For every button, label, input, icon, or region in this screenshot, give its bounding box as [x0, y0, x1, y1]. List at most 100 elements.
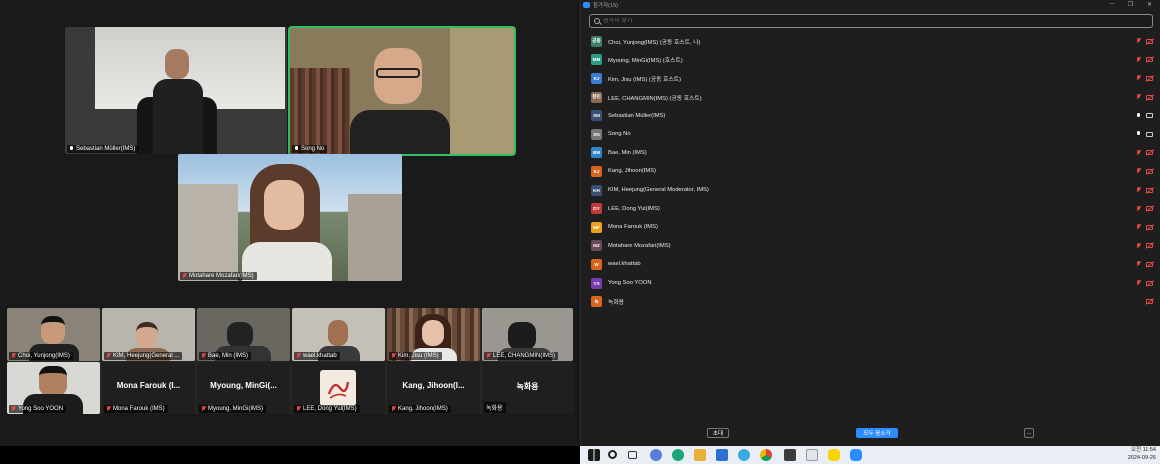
- avatar: MZ: [591, 240, 602, 252]
- video-tile[interactable]: Choi, Yunjong(IMS): [7, 308, 100, 361]
- building: [348, 194, 402, 281]
- participant-row[interactable]: KJ Kang, Jihoon(IMS): [581, 162, 1160, 181]
- video-tile[interactable]: KIM, Heejung(General ...: [102, 308, 195, 361]
- participant-head: [39, 366, 67, 396]
- chrome-icon[interactable]: [760, 449, 772, 461]
- microphone-muted-icon: [11, 406, 16, 412]
- participant-name: Choi, Yunjong(IMS) (공동 호스트, 나): [608, 39, 701, 46]
- photos-icon[interactable]: [738, 449, 750, 461]
- participant-row[interactable]: Wwael.khattab: [581, 255, 1160, 274]
- participant-search-input[interactable]: [603, 18, 1103, 24]
- clock-date: 2024-09-26: [1127, 454, 1156, 461]
- display-name: Myoung, MinGi(...: [210, 380, 277, 390]
- microphone-muted-icon[interactable]: [1136, 224, 1141, 230]
- participant-row[interactable]: BM Bae, Min (IMS): [581, 144, 1160, 163]
- video-tile[interactable]: Bae, Min (IMS): [197, 308, 290, 361]
- restore-icon[interactable]: ❐: [1128, 1, 1133, 8]
- file-explorer-icon[interactable]: [694, 449, 706, 461]
- participant-status-icons: [1136, 149, 1153, 156]
- microphone-icon: [294, 146, 299, 152]
- participant-row[interactable]: MZ Motahare Mozafari(IMS): [581, 237, 1160, 256]
- participant-status-icons: [1136, 112, 1153, 119]
- participant-row[interactable]: MF Mona Farouk (IMS): [581, 218, 1160, 237]
- avatar-tile[interactable]: LEE, Dong Yul(IMS): [292, 362, 385, 414]
- window-controls: – ❐ ✕: [1110, 1, 1152, 8]
- video-tile[interactable]: Motahare Mozafari(IMS): [178, 154, 402, 281]
- participant-row[interactable]: 창민 LEE, CHANGMIN(IMS) (공동 호스트): [581, 88, 1160, 107]
- participant-status-icons: [1136, 94, 1153, 100]
- avatar-tile[interactable]: Mona Farouk (I... Mona Farouk (IMS): [102, 362, 195, 414]
- participant-row[interactable]: 공동 Choi, Yunjong(IMS) (공동 호스트, 나): [581, 32, 1160, 51]
- participant-head: [227, 322, 253, 348]
- avatar: KJ: [591, 72, 602, 84]
- microphone-muted-icon[interactable]: [1136, 75, 1141, 81]
- notes-icon[interactable]: [784, 449, 796, 461]
- profile-picture: [320, 370, 356, 406]
- microphone-muted-icon[interactable]: [1136, 261, 1141, 267]
- camera-off-icon: [1146, 38, 1153, 44]
- snipping-tool-icon[interactable]: [806, 449, 818, 461]
- microphone-muted-icon[interactable]: [1136, 242, 1141, 249]
- participant-body: [153, 79, 203, 154]
- participant-row[interactable]: YS Yong Soo YOON: [581, 274, 1160, 293]
- camera-off-icon: [1146, 224, 1153, 230]
- video-tile[interactable]: wael.khattab: [292, 308, 385, 361]
- participant-row[interactable]: KJ Kim, Jisu (IMS) (공동 호스트): [581, 69, 1160, 88]
- participant-row[interactable]: SN Song No: [581, 125, 1160, 144]
- mute-all-button[interactable]: 모두 음소거: [856, 428, 898, 438]
- video-tile[interactable]: Yong Soo YOON: [7, 362, 100, 414]
- browser-icon[interactable]: [650, 449, 662, 461]
- participant-name: Kang, Jihoon(IMS): [608, 168, 657, 175]
- participant-row[interactable]: KH KIM, Heejung(General Moderator, IMS): [581, 181, 1160, 200]
- system-clock[interactable]: 오전 11:54 2024-09-26: [1128, 447, 1156, 462]
- participant-status-icons: [1136, 205, 1153, 212]
- search-icon[interactable]: [608, 450, 617, 459]
- video-tile[interactable]: Kim, Jisu (IMS): [387, 308, 480, 361]
- avatar: MM: [591, 54, 602, 66]
- participant-head: [422, 320, 444, 346]
- search-box[interactable]: [589, 14, 1153, 28]
- minimize-icon[interactable]: –: [1110, 1, 1113, 8]
- video-tile[interactable]: LEE, CHANGMIN(IMS): [482, 308, 573, 361]
- microphone-muted-icon[interactable]: [1136, 38, 1141, 44]
- name-tag: Kim, Jisu (IMS): [389, 352, 442, 360]
- microphone-icon[interactable]: [1136, 131, 1141, 137]
- microphone-muted-icon[interactable]: [1136, 280, 1141, 286]
- avatar: 공동: [591, 35, 602, 47]
- microphone-muted-icon[interactable]: [1136, 94, 1141, 100]
- participant-name: LEE, CHANGMIN(IMS) (공동 호스트): [608, 95, 702, 102]
- microphone-muted-icon[interactable]: [1136, 56, 1141, 63]
- participant-row[interactable]: MM Myoung, MinGi(IMS) (호스트): [581, 51, 1160, 70]
- start-icon[interactable]: [588, 449, 600, 461]
- name-tag: KIM, Heejung(General ...: [104, 352, 183, 360]
- edge-icon[interactable]: [672, 449, 684, 461]
- participant-status-icons: [1136, 187, 1153, 193]
- microphone-muted-icon[interactable]: [1136, 187, 1141, 193]
- more-options-button[interactable]: ...: [1024, 428, 1034, 438]
- microphone-icon[interactable]: [1136, 112, 1141, 119]
- video-tile[interactable]: Sebastian Müller(IMS): [65, 27, 287, 154]
- avatar: W: [591, 258, 602, 270]
- zoom-app-icon[interactable]: [850, 449, 862, 461]
- invite-button[interactable]: 초대: [707, 428, 729, 438]
- close-icon[interactable]: ✕: [1147, 1, 1152, 8]
- participant-row[interactable]: 녹 녹화용: [581, 292, 1160, 311]
- avatar-tile[interactable]: Myoung, MinGi(... Myoung, MinGi(IMS): [197, 362, 290, 414]
- avatar-tile[interactable]: Kang, Jihoon(I... Kang, Jihoon(IMS): [387, 362, 480, 414]
- participant-status-icons: [1136, 242, 1153, 249]
- participant-row[interactable]: DY LEE, Dong Yul(IMS): [581, 199, 1160, 218]
- display-name: Kang, Jihoon(I...: [402, 380, 465, 390]
- kakaotalk-icon[interactable]: [828, 449, 840, 461]
- name-tag: Sebastian Müller(IMS): [67, 145, 139, 153]
- microphone-muted-icon: [11, 353, 16, 359]
- building: [178, 184, 238, 281]
- mail-icon[interactable]: [716, 449, 728, 461]
- task-view-icon[interactable]: [628, 451, 637, 459]
- participant-name: Sebastian Müller(IMS): [608, 112, 666, 119]
- microphone-muted-icon[interactable]: [1136, 149, 1141, 156]
- microphone-muted-icon[interactable]: [1136, 168, 1141, 174]
- microphone-muted-icon[interactable]: [1136, 205, 1141, 212]
- avatar-tile[interactable]: 녹화용 녹화용: [482, 362, 573, 414]
- video-tile-active-speaker[interactable]: Song No: [290, 28, 514, 154]
- participant-row[interactable]: SM Sebastian Müller(IMS): [581, 106, 1160, 125]
